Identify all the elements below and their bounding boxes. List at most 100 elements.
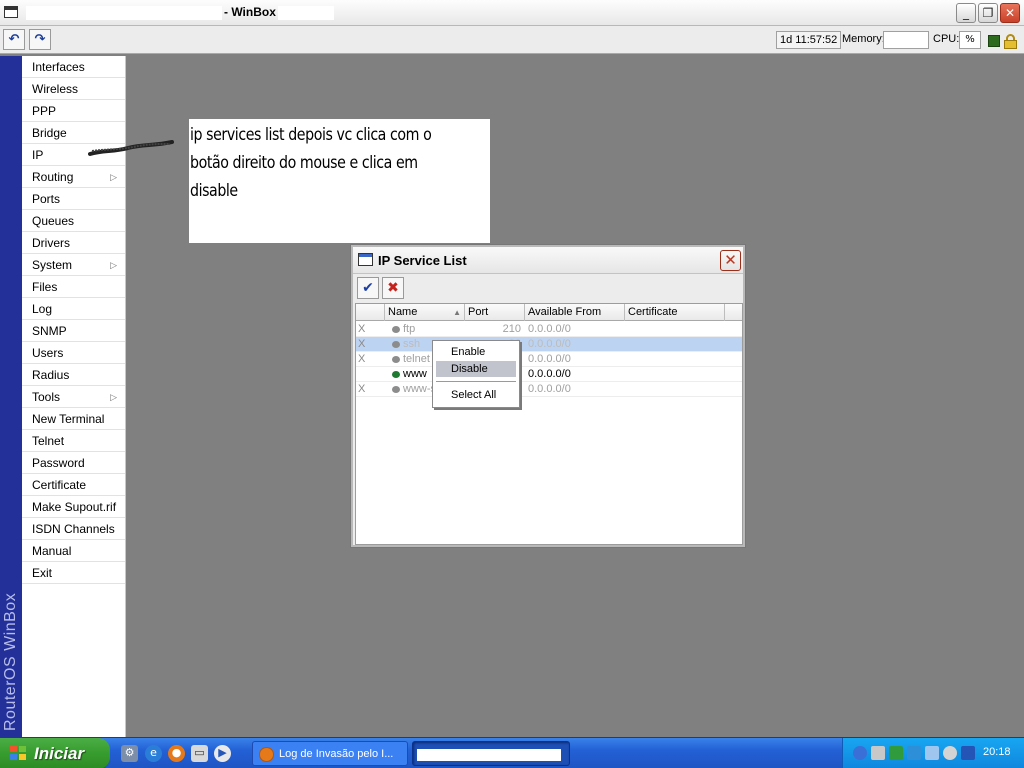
sidebar-item-label: PPP [32, 104, 57, 118]
tray-green-icon[interactable] [889, 746, 903, 760]
column-header-flags[interactable] [356, 304, 385, 321]
column-header-available-from[interactable]: Available From [525, 304, 625, 321]
table-row[interactable]: Xtelnet 0.0.0.0/0 [356, 352, 742, 367]
sidebar-item-tools[interactable]: Tools ▷ [22, 386, 125, 408]
sidebar-item-radius[interactable]: Radius [22, 364, 125, 386]
table-row[interactable]: Xwww-s 0.0.0.0/0 [356, 382, 742, 397]
sidebar-item-ports[interactable]: Ports [22, 188, 125, 210]
service-status-icon [392, 356, 400, 363]
sidebar-item-system[interactable]: System ▷ [22, 254, 125, 276]
memory-label: Memory: [842, 33, 885, 45]
minimize-button[interactable]: _ [956, 3, 976, 23]
sidebar-item-label: IP [32, 148, 44, 162]
sidebar-item-ppp[interactable]: PPP [22, 100, 125, 122]
disable-cross-icon[interactable]: ✖ [382, 277, 404, 299]
taskbar-item-firefox[interactable]: Log de Invasão pelo I... [252, 741, 408, 766]
routeros-brand: RouterOS WinBox [2, 592, 19, 731]
sidebar-item-label: Wireless [32, 82, 79, 96]
service-status-icon [392, 371, 400, 378]
network-tool-icon[interactable]: ⚙ [121, 745, 138, 762]
window-title: - WinBox [224, 5, 276, 19]
sidebar-item-password[interactable]: Password [22, 452, 125, 474]
windows-flag-icon [10, 746, 27, 761]
cpu-value: % [959, 31, 981, 49]
dialog-close-button[interactable]: ✕ [720, 250, 741, 271]
table-row[interactable]: Xftp 210 0.0.0.0/0 [356, 322, 742, 337]
dialog-title: IP Service List [378, 253, 467, 268]
show-desktop-icon[interactable]: ▭ [191, 745, 208, 762]
sidebar-item-log[interactable]: Log [22, 298, 125, 320]
sidebar-item-isdn-channels[interactable]: ISDN Channels [22, 518, 125, 540]
table-header: Name ▲ Port Available From Certificate [356, 304, 742, 321]
firefox-task-icon [259, 747, 274, 762]
sidebar-item-interfaces[interactable]: Interfaces [22, 56, 125, 78]
tray-network-icon[interactable] [925, 746, 939, 760]
restore-button[interactable]: ❐ [978, 3, 998, 23]
internet-explorer-icon[interactable]: e [145, 745, 162, 762]
media-player-icon[interactable]: ▶ [214, 745, 231, 762]
sidebar-item-exit[interactable]: Exit [22, 562, 125, 584]
note-line-2: botão direito do mouse e clica em [190, 153, 418, 172]
sidebar-menu: Interfaces Wireless PPP Bridge IP Routing ▷ Por… [22, 56, 126, 737]
service-status-icon [392, 341, 400, 348]
sidebar-item-drivers[interactable]: Drivers [22, 232, 125, 254]
sidebar-item-label: Certificate [32, 478, 87, 492]
annotation-note: ip services list depois vc clica com o b… [189, 119, 490, 243]
service-table: Name ▲ Port Available From Certificate X… [355, 303, 743, 545]
tray-volume-icon[interactable] [871, 746, 885, 760]
sidebar-item-label: Files [32, 280, 58, 294]
service-status-icon [392, 326, 400, 333]
service-available-from: 0.0.0.0/0 [528, 383, 571, 395]
redo-icon[interactable]: ↷ [29, 29, 51, 50]
windows-taskbar: Iniciar ⚙ e ● ▭ ▶ Log de Invasão pelo I.… [0, 737, 1024, 768]
brand-strip: RouterOS WinBox [0, 56, 22, 737]
context-menu-disable[interactable]: Disable [436, 361, 516, 377]
cpu-label: CPU: [933, 33, 960, 45]
column-header-certificate[interactable]: Certificate [625, 304, 725, 321]
context-menu: Enable Disable Select All [432, 340, 520, 408]
context-menu-select-all[interactable]: Select All [436, 387, 516, 403]
taskbar-clock: 20:18 [983, 746, 1011, 758]
dialog-title-bar[interactable]: IP Service List ✕ [353, 247, 743, 274]
disabled-flag-icon [358, 367, 382, 382]
sidebar-item-label: Routing [32, 170, 74, 184]
tray-sync-icon[interactable] [907, 746, 921, 760]
taskbar-item-redacted [417, 749, 561, 761]
sidebar-item-telnet[interactable]: Telnet [22, 430, 125, 452]
tray-app-icon[interactable] [961, 746, 975, 760]
sidebar-item-label: Interfaces [32, 60, 85, 74]
sidebar-item-certificate[interactable]: Certificate [22, 474, 125, 496]
table-row[interactable]: Xssh220.0.0.0/0 [356, 337, 742, 352]
firefox-icon[interactable]: ● [168, 745, 185, 762]
taskbar-item-winbox[interactable] [412, 741, 570, 766]
sidebar-item-new-terminal[interactable]: New Terminal [22, 408, 125, 430]
sidebar-item-manual[interactable]: Manual [22, 540, 125, 562]
table-row[interactable]: www 0.0.0.0/0 [356, 367, 742, 382]
winbox-app-icon[interactable] [4, 6, 18, 18]
sidebar-item-label: SNMP [32, 324, 67, 338]
title-redacted-area [26, 6, 222, 20]
sidebar-item-routing[interactable]: Routing ▷ [22, 166, 125, 188]
context-menu-enable[interactable]: Enable [436, 344, 516, 360]
sidebar-item-snmp[interactable]: SNMP [22, 320, 125, 342]
close-window-button[interactable]: ✕ [1000, 3, 1020, 23]
dialog-toolbar: ✔ ✖ [355, 276, 741, 302]
sidebar-item-label: Manual [32, 544, 72, 558]
sidebar-item-label: Password [32, 456, 85, 470]
sidebar-item-users[interactable]: Users [22, 342, 125, 364]
sidebar-item-label: Log [32, 302, 53, 316]
sidebar-item-queues[interactable]: Queues [22, 210, 125, 232]
tray-globe-icon[interactable] [853, 746, 867, 760]
tray-security-icon[interactable] [943, 746, 957, 760]
memory-value [883, 31, 929, 49]
start-button[interactable]: Iniciar [0, 738, 110, 768]
sidebar-item-wireless[interactable]: Wireless [22, 78, 125, 100]
sidebar-item-make-supout-rif[interactable]: Make Supout.rif [22, 496, 125, 518]
enable-check-icon[interactable]: ✔ [357, 277, 379, 299]
column-header-extra[interactable] [725, 304, 742, 321]
column-header-name[interactable]: Name ▲ [385, 304, 465, 321]
undo-icon[interactable]: ↶ [3, 29, 25, 50]
column-header-port[interactable]: Port [465, 304, 525, 321]
sidebar-item-label: Drivers [32, 236, 70, 250]
sidebar-item-files[interactable]: Files [22, 276, 125, 298]
